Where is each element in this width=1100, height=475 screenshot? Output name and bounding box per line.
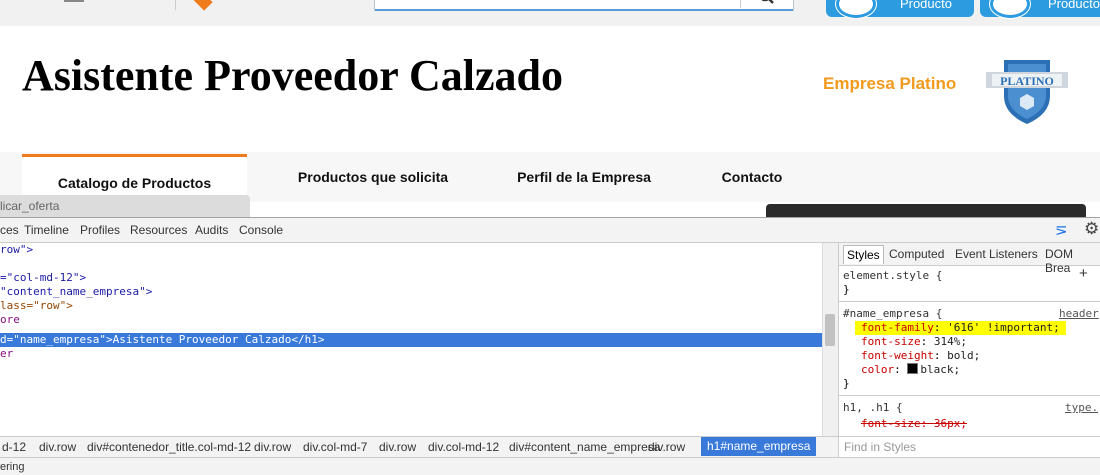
search-icon <box>761 0 774 4</box>
close-brace: } <box>843 283 850 296</box>
search-button[interactable] <box>740 0 793 8</box>
code-line[interactable]: "content_name_empresa"> <box>0 285 152 299</box>
element-style-selector: element.style { <box>843 269 943 282</box>
product-button-2[interactable]: Producto <box>980 0 1100 18</box>
code-line[interactable]: lass="row"> <box>0 299 73 313</box>
search-input[interactable] <box>374 0 794 11</box>
logo-icon <box>191 0 213 11</box>
devtools-toolbar: ces Timeline Profiles Resources Audits C… <box>0 218 1100 243</box>
declaration[interactable]: font-weight: bold; <box>861 349 980 363</box>
declaration[interactable]: font-size: 314%; <box>861 335 967 349</box>
find-in-styles-placeholder: Find in Styles <box>844 440 917 454</box>
badge-text: PLATINO <box>1000 74 1054 88</box>
tab-computed[interactable]: Computed <box>889 247 944 261</box>
breadcrumb-item[interactable]: div.row <box>254 440 291 454</box>
divider <box>839 301 1100 302</box>
code-line[interactable]: ="col-md-12"> <box>0 271 86 285</box>
breadcrumb-item[interactable]: div.col-md-12 <box>428 440 499 454</box>
scrollbar-thumb[interactable] <box>825 314 835 346</box>
rule-selector: #name_empresa { <box>843 307 943 320</box>
divider <box>839 395 1100 396</box>
declaration[interactable]: color: black; <box>861 363 960 377</box>
tab-productos-solicita[interactable]: Productos que solicita <box>258 152 488 202</box>
code-line[interactable]: ore <box>0 313 20 327</box>
breadcrumb-item[interactable]: div.row <box>379 440 416 454</box>
code-line[interactable]: er <box>0 347 13 361</box>
platino-badge-icon: PLATINO <box>986 60 1068 124</box>
tab-resources[interactable]: Resources <box>130 223 187 237</box>
tab-perfil[interactable]: Perfil de la Empresa <box>490 152 678 202</box>
product-button-label: Producto <box>1047 0 1100 11</box>
product-button-1[interactable]: Producto <box>826 0 974 18</box>
divider <box>175 0 176 10</box>
top-bar: Producto Producto <box>0 0 1100 26</box>
breadcrumb-item[interactable]: div.row <box>648 440 685 454</box>
breadcrumb-item[interactable]: div.col-md-7 <box>303 440 367 454</box>
rule-selector: h1, .h1 { <box>843 401 903 414</box>
empresa-label: Empresa Platino <box>823 74 957 93</box>
gear-icon[interactable]: ⚙ <box>1084 219 1099 239</box>
selected-code-line[interactable]: d="name_empresa">Asistente Proveedor Cal… <box>0 333 822 347</box>
circle-icon <box>836 0 876 18</box>
status-text: ering <box>0 461 25 473</box>
close-brace: } <box>843 377 850 390</box>
menu-icon[interactable] <box>64 0 84 2</box>
elements-tree: row"> ="col-md-12"> "content_name_empres… <box>0 243 822 436</box>
tab-styles[interactable]: Styles <box>843 245 884 264</box>
breadcrumb-item[interactable]: div.row <box>39 440 76 454</box>
tab-sources[interactable]: ces <box>0 223 19 237</box>
breadcrumb-item[interactable]: d-12 <box>2 440 26 454</box>
tab-console[interactable]: Console <box>239 223 283 237</box>
page-title: Asistente Proveedor Calzado <box>22 51 563 100</box>
dark-overlay <box>766 204 1086 218</box>
styles-pane: Styles Computed Event Listeners DOM Brea… <box>838 243 1100 436</box>
code-line[interactable]: row"> <box>0 243 33 257</box>
product-button-label: Producto <box>899 0 952 11</box>
tab-timeline[interactable]: Timeline <box>24 223 69 237</box>
circle-icon <box>990 0 1030 18</box>
find-in-styles-input[interactable]: Find in Styles <box>838 436 1100 457</box>
breadcrumb: d-12 div.row div#contenedor_title.col-md… <box>0 436 838 457</box>
tab-contacto[interactable]: Contacto <box>690 152 814 202</box>
overridden-declaration[interactable]: font-size: 36px; <box>861 417 967 431</box>
color-swatch-icon[interactable] <box>907 363 919 374</box>
tab-event-listeners[interactable]: Event Listeners <box>955 247 1038 261</box>
drawer-toggle-icon[interactable]: ⋝ <box>1055 221 1068 239</box>
status-bar: ering <box>0 457 1100 475</box>
rule-source-link[interactable]: type. <box>1065 401 1098 415</box>
tab-dom-breakpoints[interactable]: DOM Brea <box>1045 247 1100 275</box>
tab-profiles[interactable]: Profiles <box>80 223 120 237</box>
styles-tabs: Styles Computed Event Listeners DOM Brea <box>839 243 1100 275</box>
highlighted-declaration[interactable]: font-family: '616' !important; <box>855 321 1066 335</box>
devtools-panel: ces Timeline Profiles Resources Audits C… <box>0 217 1100 475</box>
breadcrumb-item[interactable]: div#contenedor_title.col-md-12 <box>87 440 251 454</box>
rule-source-link[interactable]: header <box>1059 307 1099 321</box>
add-rule-icon[interactable]: + <box>1079 266 1088 281</box>
breadcrumb-item-active[interactable]: h1#name_empresa <box>701 437 817 456</box>
breadcrumb-item[interactable]: div#content_name_empresa <box>509 440 660 454</box>
url-tooltip: licar_oferta <box>0 195 250 217</box>
tab-audits[interactable]: Audits <box>195 223 228 237</box>
